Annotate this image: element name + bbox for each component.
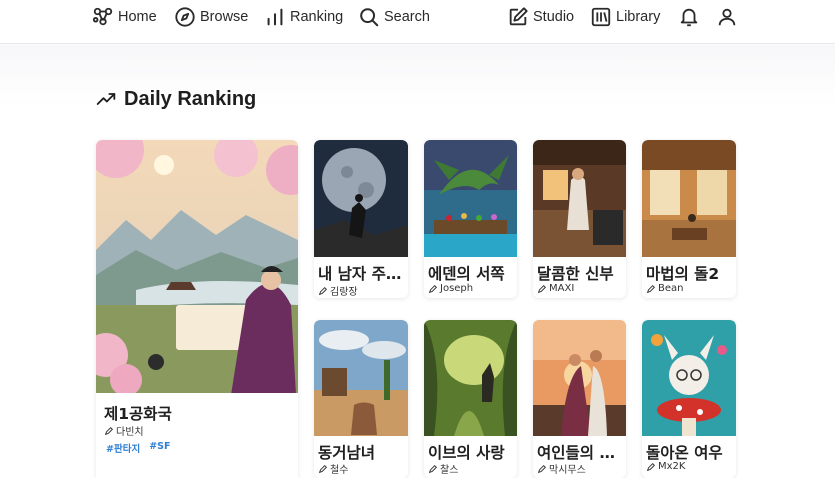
featured-cover-image xyxy=(96,140,298,393)
ranking-card[interactable]: 마법의 돌2 Bean xyxy=(642,140,736,298)
card-author-name: Mx2K xyxy=(658,461,686,472)
pencil-icon xyxy=(318,464,328,473)
cover-image xyxy=(314,320,408,436)
pencil-icon xyxy=(537,284,547,293)
card-author-name: 김랑장 xyxy=(330,287,358,298)
cover-image xyxy=(314,140,408,257)
nav-studio-label: Studio xyxy=(533,9,575,25)
pencil-icon xyxy=(646,284,656,293)
ranking-card[interactable]: 여인들의 이야기 막시무스 xyxy=(533,320,626,478)
card-author: 찰스 xyxy=(428,461,513,476)
card-author-name: 찰스 xyxy=(440,465,459,476)
search-icon xyxy=(360,8,379,27)
cover-image xyxy=(642,140,736,257)
section-heading: Daily Ranking xyxy=(96,86,256,112)
notifications-button[interactable] xyxy=(677,4,701,30)
ranking-card[interactable]: 동거남녀 철수 xyxy=(314,320,408,478)
pencil-icon xyxy=(646,462,656,471)
card-title: 이브의 사랑 xyxy=(428,444,505,462)
nav-library-label: Library xyxy=(616,9,661,25)
ranking-card[interactable]: 이브의 사랑 찰스 xyxy=(424,320,517,478)
featured-title: 제1공화국 xyxy=(104,405,172,423)
pencil-icon xyxy=(428,284,438,293)
user-icon xyxy=(718,8,736,26)
card-author-name: 막시무스 xyxy=(549,465,586,476)
card-author: Bean xyxy=(646,283,732,294)
ranking-card[interactable]: 달콤한 신부 MAXI xyxy=(533,140,626,298)
card-title: 달콤한 신부 xyxy=(537,265,614,283)
pencil-icon xyxy=(428,464,438,473)
featured-author: 다빈치 xyxy=(104,423,294,438)
bar-chart-icon xyxy=(267,8,283,26)
pencil-icon xyxy=(318,286,328,295)
cover-image xyxy=(533,140,626,257)
card-author-name: Bean xyxy=(658,283,684,294)
cover-image xyxy=(642,320,736,436)
featured-author-name: 다빈치 xyxy=(116,427,144,438)
nav-ranking[interactable]: Ranking xyxy=(264,0,343,34)
ranking-card[interactable]: 내 남자 주인공이 바뀌었다 김랑장 xyxy=(314,140,408,298)
nav-browse[interactable]: Browse xyxy=(174,0,248,34)
tag[interactable]: #SF xyxy=(149,441,170,455)
card-title: 내 남자 주인공이 바뀌었다 xyxy=(318,265,404,283)
card-author: 막시무스 xyxy=(537,461,622,476)
compass-icon xyxy=(175,7,195,27)
logo-icon xyxy=(92,7,113,26)
card-title: 마법의 돌2 xyxy=(646,265,720,283)
card-author-name: Joseph xyxy=(440,283,474,294)
card-author: 철수 xyxy=(318,461,404,476)
pencil-icon xyxy=(537,464,547,473)
nav-ranking-label: Ranking xyxy=(290,9,344,25)
nav-search-label: Search xyxy=(384,9,430,25)
card-author: 김랑장 xyxy=(318,283,404,298)
nav-library[interactable]: Library xyxy=(590,0,660,34)
card-title: 여인들의 이야기 xyxy=(537,444,622,462)
cover-image xyxy=(424,140,517,257)
card-author: Mx2K xyxy=(646,461,732,472)
profile-button[interactable] xyxy=(715,4,739,30)
nav-home[interactable]: Home xyxy=(92,0,157,34)
card-title: 돌아온 여우 xyxy=(646,444,723,462)
nav-studio[interactable]: Studio xyxy=(507,0,574,34)
card-title: 동거남녀 xyxy=(318,444,376,462)
cover-image xyxy=(533,320,626,436)
pencil-icon xyxy=(104,426,114,435)
card-author-name: 철수 xyxy=(330,465,349,476)
card-author: Joseph xyxy=(428,283,513,294)
tag[interactable]: #판타지 xyxy=(106,441,140,455)
ranking-card[interactable]: 돌아온 여우 Mx2K xyxy=(642,320,736,478)
nav-home-label: Home xyxy=(118,9,157,25)
ranking-card[interactable]: 에덴의 서쪽 Joseph xyxy=(424,140,517,298)
edit-icon xyxy=(509,7,528,26)
bell-icon xyxy=(680,8,698,27)
featured-card[interactable]: 제1공화국 다빈치 #판타지 #SF xyxy=(96,140,298,478)
nav-browse-label: Browse xyxy=(200,9,249,25)
top-nav-bar: Home Browse Ranking Search Studio Librar… xyxy=(0,0,835,44)
featured-tags: #판타지 #SF xyxy=(106,441,170,455)
card-author: MAXI xyxy=(537,283,622,294)
card-author-name: MAXI xyxy=(549,283,575,294)
section-title: Daily Ranking xyxy=(124,87,257,110)
nav-search[interactable]: Search xyxy=(358,0,430,34)
trending-up-icon xyxy=(96,93,116,105)
library-icon xyxy=(591,7,611,27)
cover-image xyxy=(424,320,517,436)
card-title: 에덴의 서쪽 xyxy=(428,265,505,283)
